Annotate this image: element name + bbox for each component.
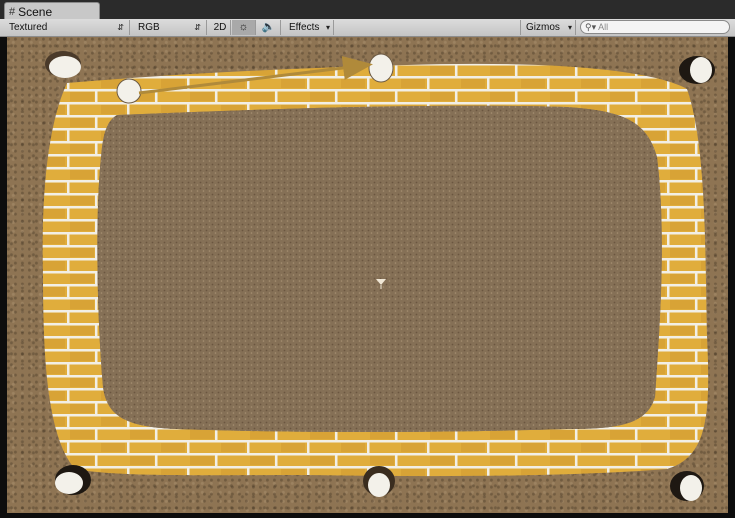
tab-scene[interactable]: # Scene <box>4 2 100 20</box>
ball-cue[interactable] <box>116 78 142 104</box>
dropdown-arrow-icon: ⇵ <box>117 23 124 32</box>
color-channel-label: RGB <box>138 22 160 33</box>
scene-audio-toggle[interactable]: 🔈 <box>257 20 281 35</box>
color-channel-dropdown[interactable]: RGB ⇵ <box>133 20 207 35</box>
ball-top-center[interactable] <box>368 53 394 83</box>
dropdown-arrow-icon: ▾ <box>567 23 572 32</box>
pocket-bottom-left[interactable] <box>55 465 91 495</box>
effects-dropdown[interactable]: Effects ▾ <box>284 20 334 35</box>
tab-bar: # Scene <box>0 0 735 20</box>
render-mode-dropdown[interactable]: Textured ⇵ <box>4 20 130 35</box>
search-placeholder: All <box>598 22 609 32</box>
tab-scene-label: Scene <box>18 4 53 19</box>
gizmos-label: Gizmos <box>526 22 560 33</box>
scene-toolbar: Textured ⇵ RGB ⇵ 2D ☼ 🔈 Effects ▾ Gizmos… <box>0 19 735 37</box>
effects-label: Effects <box>289 22 320 33</box>
2d-mode-label: 2D <box>213 22 227 33</box>
2d-mode-button[interactable]: 2D <box>210 20 231 35</box>
scene-window: # Scene Textured ⇵ RGB ⇵ 2D ☼ 🔈 Effects … <box>0 0 735 518</box>
pocket-bottom-right[interactable] <box>670 471 704 501</box>
pocket-top-right[interactable] <box>679 56 715 84</box>
pocket-bottom-center[interactable] <box>363 466 395 497</box>
dropdown-arrow-icon: ⇵ <box>194 23 201 32</box>
inner-field <box>97 105 662 433</box>
gizmos-dropdown[interactable]: Gizmos ▾ <box>520 20 576 35</box>
scene-viewport[interactable] <box>7 37 728 513</box>
sun-icon: ☼ <box>238 21 249 33</box>
scene-lighting-toggle[interactable]: ☼ <box>232 20 256 35</box>
grid-icon: # <box>9 5 16 18</box>
pocket-top-left[interactable] <box>45 51 81 78</box>
speaker-icon: 🔈 <box>261 21 276 33</box>
dropdown-arrow-icon: ▾ <box>325 23 330 32</box>
gizmos-search-input[interactable]: ⚲▾ All <box>580 20 730 34</box>
render-mode-label: Textured <box>9 22 48 33</box>
search-icon: ⚲▾ <box>585 22 597 32</box>
